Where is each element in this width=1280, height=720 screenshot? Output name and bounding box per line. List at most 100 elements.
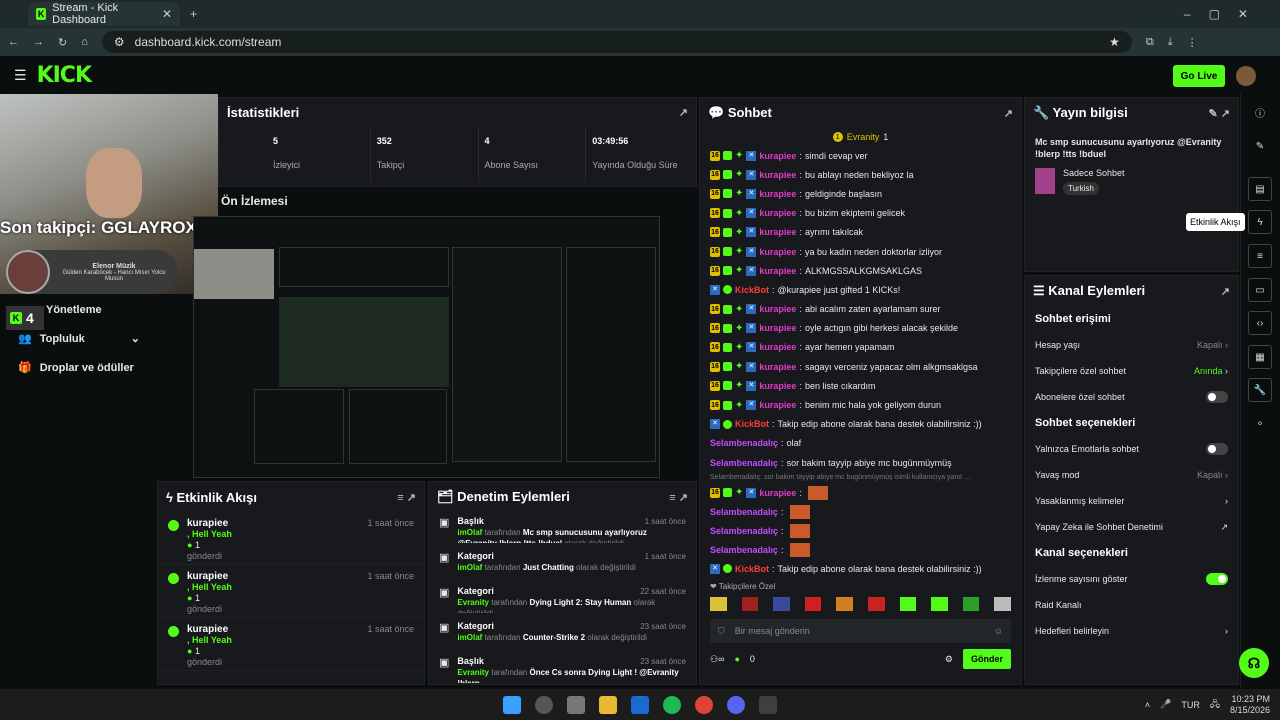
extensions-icon[interactable]: ⧉: [1146, 36, 1154, 49]
stats-icon[interactable]: ▤: [1248, 177, 1272, 201]
chevron-up-icon[interactable]: ˄: [1145, 700, 1150, 710]
obs-icon[interactable]: [759, 695, 777, 714]
expand-icon[interactable]: ↗: [1221, 285, 1230, 298]
chat-message[interactable]: 16 ✦ ✕ kurapiee: ALKMGSSALKGMSAKLGAS: [700, 261, 1021, 280]
chrome-icon[interactable]: [695, 695, 713, 714]
subs-only-row[interactable]: Abonelere özel sohbet: [1025, 384, 1238, 410]
chat-username[interactable]: Selambenadalıç: [710, 526, 778, 536]
chat-message[interactable]: 16 ✦ ✕ kurapiee: ya bu kadın neden doktorlar…: [700, 242, 1021, 261]
window-controls[interactable]: –▢✕: [1184, 7, 1266, 21]
edit-icon[interactable]: ✎ ↗: [1209, 107, 1231, 120]
sidebar-item-drops[interactable]: 🎁 Droplar ve ödüller: [18, 361, 134, 375]
subs-only-toggle[interactable]: [1206, 391, 1228, 403]
chat-username[interactable]: Selambenadalıç: [710, 458, 778, 468]
support-icon[interactable]: ☊: [1239, 648, 1269, 678]
url-input[interactable]: ⚙ dashboard.kick.com/stream ★: [101, 31, 1132, 53]
discord-icon[interactable]: [727, 695, 745, 714]
chat-message[interactable]: 16 ✦ ✕ kurapiee: benim mic hala yok geliyom …: [700, 395, 1021, 414]
chat-username[interactable]: kurapiee: [759, 266, 796, 276]
reload-icon[interactable]: ↻: [58, 36, 67, 49]
emote-icon[interactable]: [836, 597, 853, 612]
settings-gear-icon[interactable]: ⚙: [945, 654, 953, 665]
search-icon[interactable]: [535, 695, 553, 714]
goals-row[interactable]: Hedefleri belirleyin ›: [1025, 618, 1238, 644]
chat-message[interactable]: 16 ✦ ✕ kurapiee: oyle actıgın gibi herkesi a…: [700, 319, 1021, 338]
bookmark-star-icon[interactable]: ★: [1109, 35, 1120, 49]
chat-input[interactable]: ⛉ Bir mesaj gönderin ☺: [710, 619, 1011, 644]
hamburger-menu-icon[interactable]: ☰: [14, 67, 27, 84]
chat-message[interactable]: Selambenadalıç: sor bakim tayyip abiye mc…: [700, 453, 1021, 472]
mic-icon[interactable]: 🎤: [1160, 699, 1171, 710]
download-icon[interactable]: ⤓: [1168, 36, 1173, 49]
chat-message[interactable]: 16 ✦ ✕ kurapiee: ben liste cıkardım: [700, 376, 1021, 395]
chat-username[interactable]: kurapiee: [759, 400, 796, 410]
emote-icon[interactable]: [994, 597, 1011, 612]
wrench-icon[interactable]: 🔧: [1248, 378, 1272, 402]
new-tab-icon[interactable]: +: [190, 7, 197, 21]
emote-icon[interactable]: [741, 597, 759, 612]
chat-message[interactable]: 16 ✦ ✕ kurapiee: geldiginde başlasın: [700, 184, 1021, 203]
sidebar-item-community[interactable]: 👥 Topluluk ⌄: [18, 332, 140, 346]
raid-row[interactable]: Raid Kanalı: [1025, 592, 1238, 618]
expand-icon[interactable]: ↗: [1004, 107, 1013, 120]
chat-message[interactable]: 16 ✦ ✕ kurapiee: bu ablayı neden bekliyoz la: [700, 165, 1021, 184]
files-icon[interactable]: [599, 695, 617, 714]
emote-only-row[interactable]: Yalnızca Emotlarla sohbet: [1025, 436, 1238, 462]
show-viewers-toggle[interactable]: [1206, 573, 1228, 585]
go-live-button[interactable]: Go Live: [1173, 65, 1225, 87]
chat-username[interactable]: kurapiee: [759, 323, 796, 333]
chat-message[interactable]: 16 ✦ ✕ kurapiee: sagayı verceniz yapacaz olm…: [700, 357, 1021, 376]
stream-preview[interactable]: [193, 216, 660, 478]
users-icon[interactable]: ⚇∞: [710, 654, 724, 665]
banned-words-row[interactable]: Yasaklanmış kelimeler ›: [1025, 488, 1238, 514]
emote-icon[interactable]: [867, 597, 885, 612]
expand-icon[interactable]: ↗: [679, 106, 688, 119]
windows-start-icon[interactable]: [503, 695, 521, 714]
chat-username[interactable]: kurapiee: [759, 208, 796, 218]
chat-message[interactable]: 16 ✦ ✕ kurapiee: ayar hemen yapamam: [700, 338, 1021, 357]
emoji-icon[interactable]: ☺: [994, 626, 1003, 636]
emote-icon[interactable]: [962, 597, 980, 612]
chat-message[interactable]: Selambenadalıç:: [700, 502, 1021, 521]
network-icon[interactable]: 🖧: [1210, 697, 1220, 713]
emote-icon[interactable]: [804, 597, 822, 612]
emote-icon[interactable]: [899, 597, 917, 612]
send-button[interactable]: Gönder: [962, 649, 1011, 670]
chat-message[interactable]: ✕ KickBot: Takip edip abone olarak bana de…: [700, 415, 1021, 434]
store-icon[interactable]: [567, 695, 585, 714]
code-icon[interactable]: ‹›: [1248, 311, 1272, 335]
chat-message[interactable]: 16 ✦ ✕ kurapiee: simdi cevap ver: [700, 146, 1021, 165]
activity-icon[interactable]: ϟ: [1248, 210, 1272, 234]
chat-message[interactable]: 16 ✦ ✕ kurapiee: bu bizim ekiptemi gelicek: [700, 204, 1021, 223]
kick-logo[interactable]: KICK: [37, 63, 92, 88]
chat-username[interactable]: Selambenadalıç: [710, 545, 778, 555]
chat-username[interactable]: kurapiee: [759, 247, 796, 257]
clock[interactable]: 10:23 PM 8/15/2026: [1230, 694, 1270, 716]
chat-username[interactable]: Selambenadalıç: [710, 438, 778, 448]
chat-icon[interactable]: ▭: [1248, 278, 1272, 302]
chat-message[interactable]: ✕ KickBot: @kurapiee just gifted 1 KICKs!: [700, 280, 1021, 299]
chat-username[interactable]: kurapiee: [759, 304, 796, 314]
menu-icon[interactable]: ⋮: [1187, 36, 1198, 49]
spotify-icon[interactable]: [663, 695, 681, 714]
filter-icon[interactable]: ≡ ↗: [397, 491, 416, 504]
chat-message[interactable]: Selambenadalıç:: [700, 540, 1021, 559]
chat-message[interactable]: ✕ KickBot: Takip edip abone olarak bana de…: [700, 559, 1021, 578]
forward-icon[interactable]: →: [33, 36, 44, 48]
ai-mod-row[interactable]: Yapay Zeka ile Sohbet Denetimi ↗: [1025, 514, 1238, 540]
chat-username[interactable]: kurapiee: [759, 362, 796, 372]
chat-username[interactable]: KickBot: [735, 419, 769, 429]
info-icon[interactable]: ⓘ: [1248, 100, 1272, 124]
chat-message[interactable]: 16 ✦ ✕ kurapiee: ayrımı takılcak: [700, 223, 1021, 242]
user-avatar[interactable]: [1236, 66, 1256, 86]
moderation-icon[interactable]: ▦: [1248, 345, 1272, 369]
back-icon[interactable]: ←: [8, 36, 19, 48]
chat-message[interactable]: Selambenadalıç: olaf: [700, 434, 1021, 453]
close-tab-icon[interactable]: ✕: [162, 7, 172, 21]
language[interactable]: TUR: [1181, 700, 1200, 710]
emote-only-toggle[interactable]: [1206, 443, 1228, 455]
chat-message[interactable]: 16 ✦ ✕ kurapiee: abi acalım zaten ayarlamam …: [700, 300, 1021, 319]
chat-username[interactable]: Selambenadalıç: [710, 507, 778, 517]
share-icon[interactable]: ⚬: [1248, 412, 1272, 436]
emote-icon[interactable]: [931, 597, 948, 612]
